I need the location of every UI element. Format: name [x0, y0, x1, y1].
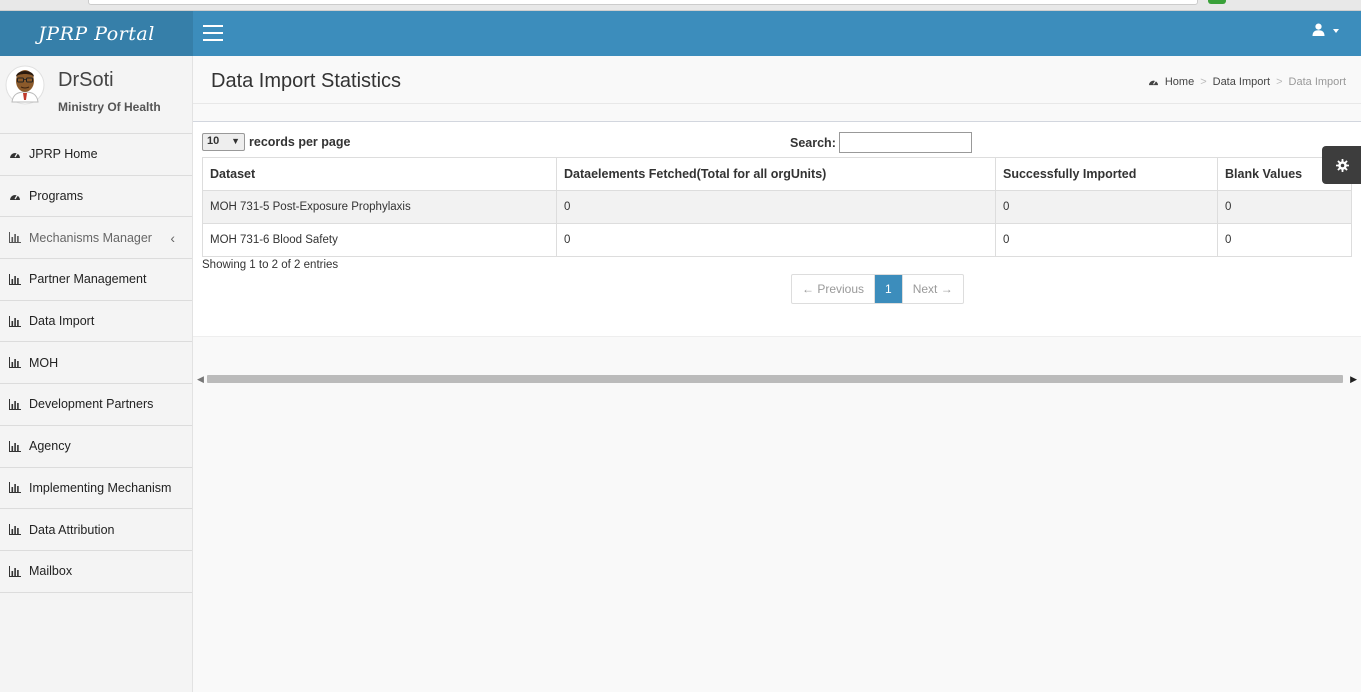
- avatar: [5, 65, 45, 105]
- app-logo[interactable]: JPRP Portal: [0, 11, 193, 56]
- bar-chart-icon: [9, 482, 21, 494]
- statistics-panel: 10 ▼ records per page Search: Dataset Da…: [193, 121, 1361, 337]
- column-header-dataelements-fetched[interactable]: Dataelements Fetched(Total for all orgUn…: [556, 157, 996, 191]
- user-menu-button[interactable]: [1312, 23, 1339, 36]
- page-size-value: 10: [207, 135, 220, 147]
- previous-page-button[interactable]: ← Previous: [792, 275, 876, 303]
- sidebar-item-label: Data Attribution: [29, 522, 115, 537]
- user-name: DrSoti: [58, 69, 114, 91]
- search-label: Search:: [790, 135, 836, 150]
- sidebar-item-partner-management[interactable]: Partner Management: [0, 259, 192, 301]
- bar-chart-icon: [9, 565, 21, 577]
- bar-chart-icon: [9, 524, 21, 536]
- bar-chart-icon: [9, 398, 21, 410]
- table-cell: 0: [995, 190, 1218, 224]
- browser-chrome-strip: [0, 0, 1361, 11]
- breadcrumb-home-link[interactable]: Home: [1165, 76, 1194, 88]
- next-page-button[interactable]: Next →: [903, 275, 963, 303]
- browser-extension-icon[interactable]: [1208, 0, 1226, 4]
- sidebar-item-label: Development Partners: [29, 397, 154, 412]
- page-title: Data Import Statistics: [211, 70, 402, 92]
- sidebar-item-mailbox[interactable]: Mailbox: [0, 551, 192, 593]
- records-per-page-label: records per page: [249, 135, 351, 149]
- chevron-down-icon: [1333, 29, 1339, 33]
- import-statistics-table: Dataset Dataelements Fetched(Total for a…: [202, 157, 1352, 257]
- scrollbar-thumb[interactable]: [207, 375, 1343, 383]
- column-header-dataset[interactable]: Dataset: [202, 157, 557, 191]
- scroll-right-icon[interactable]: ▶: [1350, 374, 1357, 385]
- search-control: Search:: [790, 132, 972, 153]
- sidebar-item-programs[interactable]: Programs: [0, 176, 192, 218]
- user-organization: Ministry Of Health: [58, 100, 161, 114]
- gear-icon: [1335, 158, 1349, 172]
- dashboard-icon: [10, 194, 20, 200]
- sidebar: DrSoti Ministry Of Health JPRP Home Prog…: [0, 56, 193, 692]
- sidebar-item-label: Mechanisms Manager: [29, 230, 152, 245]
- bar-chart-icon: [9, 357, 21, 369]
- table-cell: 0: [1217, 223, 1352, 257]
- breadcrumb-current: Data Import: [1288, 76, 1346, 88]
- sidebar-item-data-import[interactable]: Data Import: [0, 301, 192, 343]
- search-input[interactable]: [838, 132, 972, 153]
- sidebar-item-label: Partner Management: [29, 272, 147, 287]
- table-cell: 0: [1217, 190, 1352, 224]
- sidebar-toggle-icon[interactable]: [203, 25, 223, 42]
- bar-chart-icon: [9, 232, 21, 244]
- pagination: ← Previous 1 Next →: [791, 274, 964, 304]
- user-panel: DrSoti Ministry Of Health: [0, 56, 192, 134]
- sidebar-item-development-partners[interactable]: Development Partners: [0, 384, 192, 426]
- user-icon: [1312, 23, 1325, 36]
- sidebar-item-label: Data Import: [29, 314, 95, 329]
- bar-chart-icon: [9, 440, 21, 452]
- sidebar-item-data-attribution[interactable]: Data Attribution: [0, 509, 192, 551]
- sidebar-item-label: Agency: [29, 439, 71, 454]
- current-page-button[interactable]: 1: [875, 275, 903, 303]
- table-cell: 0: [556, 223, 996, 257]
- bar-chart-icon: [9, 315, 21, 327]
- page-size-select[interactable]: 10 ▼: [202, 133, 245, 151]
- sidebar-item-label: Programs: [29, 189, 84, 204]
- column-header-successfully-imported[interactable]: Successfully Imported: [995, 157, 1218, 191]
- dashboard-icon: [10, 152, 20, 158]
- sidebar-item-label: MOH: [29, 355, 59, 370]
- table-cell: 0: [556, 190, 996, 224]
- dropdown-arrow-icon: ▼: [231, 136, 240, 146]
- table-cell: 0: [995, 223, 1218, 257]
- scroll-left-icon[interactable]: ◀: [197, 374, 204, 385]
- table-header-row: Dataset Dataelements Fetched(Total for a…: [202, 157, 1352, 191]
- browser-address-bar[interactable]: [88, 0, 1198, 5]
- dashboard-icon: [1148, 80, 1158, 86]
- table-cell: MOH 731-5 Post-Exposure Prophylaxis: [202, 190, 557, 224]
- table-info: Showing 1 to 2 of 2 entries: [202, 259, 339, 271]
- sidebar-item-label: Mailbox: [29, 564, 73, 579]
- sidebar-item-label: Implementing Mechanism: [29, 480, 172, 495]
- horizontal-scrollbar[interactable]: ◀ ▶: [193, 372, 1361, 386]
- records-per-page-control: 10 ▼ records per page: [202, 133, 350, 151]
- sidebar-item-agency[interactable]: Agency: [0, 426, 192, 468]
- breadcrumb-section-link[interactable]: Data Import: [1213, 76, 1270, 88]
- breadcrumb-separator: >: [1200, 76, 1207, 88]
- table-row: MOH 731-5 Post-Exposure Prophylaxis 0 0 …: [202, 190, 1352, 224]
- sidebar-item-label: JPRP Home: [29, 147, 98, 162]
- bar-chart-icon: [9, 273, 21, 285]
- sidebar-item-jprp-home[interactable]: JPRP Home: [0, 134, 192, 176]
- sidebar-item-moh[interactable]: MOH: [0, 342, 192, 385]
- table-row: MOH 731-6 Blood Safety 0 0 0: [202, 223, 1352, 257]
- settings-button[interactable]: [1322, 146, 1361, 184]
- top-navbar: JPRP Portal: [0, 11, 1361, 56]
- breadcrumb-separator: >: [1276, 76, 1283, 88]
- sidebar-item-implementing-mechanism[interactable]: Implementing Mechanism: [0, 468, 192, 510]
- chevron-left-icon: ‹: [170, 230, 175, 247]
- content-header: Data Import Statistics Home > Data Impor…: [193, 56, 1361, 104]
- sidebar-item-mechanisms-manager[interactable]: Mechanisms Manager ‹: [0, 217, 192, 260]
- breadcrumb: Home > Data Import > Data Import: [1148, 76, 1346, 88]
- table-cell: MOH 731-6 Blood Safety: [202, 223, 557, 257]
